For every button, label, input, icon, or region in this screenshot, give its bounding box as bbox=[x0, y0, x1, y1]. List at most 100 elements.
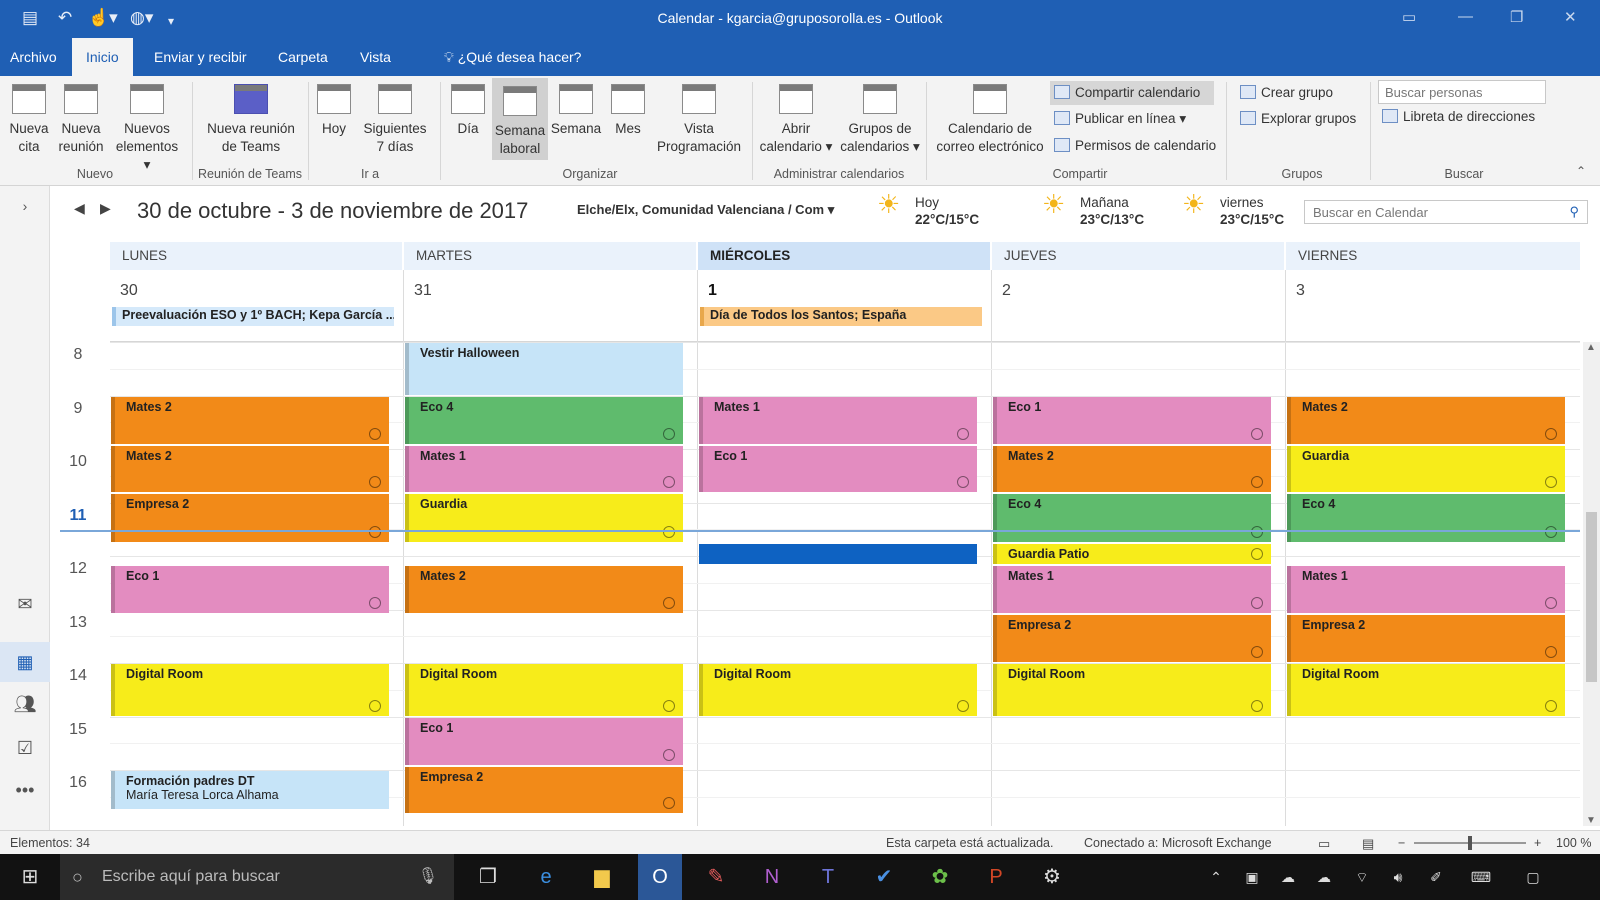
search-people-input[interactable]: Buscar personas bbox=[1378, 80, 1546, 104]
calendar-event[interactable]: Mates 1 bbox=[699, 396, 977, 444]
calendar-event[interactable]: Digital Room bbox=[1287, 664, 1565, 716]
calendar-event[interactable]: Digital Room bbox=[111, 664, 389, 716]
work-week-button[interactable]: Semana laboral bbox=[492, 78, 548, 160]
today-button[interactable]: Hoy bbox=[316, 76, 352, 138]
minimize-icon[interactable]: — bbox=[1458, 8, 1473, 25]
tab-inicio[interactable]: Inicio bbox=[72, 38, 133, 76]
calendar-event[interactable]: Eco 4 bbox=[993, 494, 1271, 542]
scroll-down-icon[interactable]: ▼ bbox=[1586, 815, 1596, 826]
todo-icon[interactable]: ✔ bbox=[864, 854, 904, 900]
next-week-icon[interactable]: ▶ bbox=[100, 200, 111, 217]
day-header-miercoles[interactable]: MIÉRCOLES bbox=[698, 242, 990, 270]
tab-carpeta[interactable]: Carpeta bbox=[268, 38, 338, 76]
notifications-icon[interactable]: ▢ bbox=[1518, 854, 1548, 900]
calendar-event[interactable]: Empresa 2 bbox=[111, 494, 389, 542]
tab-vista[interactable]: Vista bbox=[350, 38, 401, 76]
new-appointment-button[interactable]: Nueva cita bbox=[8, 76, 50, 156]
volume-icon[interactable]: 🔊︎ bbox=[1386, 854, 1410, 900]
calendar-event[interactable]: Eco 4 bbox=[1287, 494, 1565, 542]
calendar-event[interactable] bbox=[699, 543, 977, 565]
schedule-view-button[interactable]: Vista Programación bbox=[652, 76, 746, 156]
calendar-permissions-button[interactable]: Permisos de calendario bbox=[1054, 137, 1216, 155]
calendar-event[interactable]: Digital Room bbox=[699, 664, 977, 716]
calendar-event[interactable]: Empresa 2 bbox=[405, 766, 683, 814]
month-view-button[interactable]: Mes bbox=[608, 76, 648, 138]
location-selector[interactable]: Elche/Elx, Comunidad Valenciana / Com ▾ bbox=[577, 202, 834, 218]
day-header-lunes[interactable]: LUNES bbox=[110, 242, 402, 270]
new-items-button[interactable]: Nuevos elementos ▾ bbox=[112, 76, 182, 174]
more-icon[interactable]: ••• bbox=[0, 780, 50, 801]
calendar-event[interactable]: Mates 1 bbox=[405, 445, 683, 493]
week-view-button[interactable]: Semana bbox=[550, 76, 602, 138]
vertical-scrollbar[interactable]: ▲ ▼ bbox=[1583, 342, 1600, 826]
open-calendar-button[interactable]: Abrir calendario ▾ bbox=[758, 76, 834, 156]
calendar-event[interactable]: Mates 2 bbox=[111, 396, 389, 444]
teams-meeting-button[interactable]: Nueva reunión de Teams bbox=[202, 76, 300, 156]
outlook-icon[interactable]: O bbox=[638, 854, 682, 900]
file-explorer-icon[interactable]: ▆ bbox=[582, 854, 622, 900]
snipping-icon[interactable]: ✎ bbox=[696, 854, 736, 900]
wifi-icon[interactable]: ⌔ bbox=[1350, 854, 1374, 900]
tab-enviar-recibir[interactable]: Enviar y recibir bbox=[144, 38, 257, 76]
zoom-level[interactable]: 100 % bbox=[1556, 836, 1591, 850]
scrollbar-thumb[interactable] bbox=[1586, 512, 1597, 682]
collapse-ribbon-icon[interactable]: ⌃ bbox=[1576, 164, 1586, 178]
tell-me-box[interactable]: 💡︎ ¿Qué desea hacer? bbox=[440, 38, 591, 76]
normal-view-icon[interactable]: ▭ bbox=[1318, 836, 1330, 852]
new-meeting-button[interactable]: Nueva reunión bbox=[56, 76, 106, 156]
calendar-event[interactable]: Mates 2 bbox=[111, 445, 389, 493]
address-book-button[interactable]: Libreta de direcciones bbox=[1382, 108, 1535, 126]
all-day-event[interactable]: Día de Todos los Santos; España bbox=[700, 307, 982, 326]
tasks-icon[interactable]: ☑ bbox=[0, 738, 50, 759]
day-number[interactable]: 1 bbox=[708, 282, 717, 300]
onedrive-icon[interactable]: ☁ bbox=[1276, 854, 1300, 900]
tray-app-icon[interactable]: ▣ bbox=[1240, 854, 1264, 900]
calendar-event[interactable]: Empresa 2 bbox=[993, 614, 1271, 662]
email-calendar-button[interactable]: Calendario de correo electrónico bbox=[932, 76, 1048, 156]
calendar-event[interactable]: Guardia bbox=[1287, 445, 1565, 493]
calendar-event[interactable]: Eco 1 bbox=[405, 717, 683, 765]
weather-today[interactable]: ☀ Hoy 22°C/15°C bbox=[877, 191, 979, 228]
all-day-event[interactable]: Preevaluación ESO y 1º BACH; Kepa García… bbox=[112, 307, 394, 326]
calendar-event[interactable]: Mates 1 bbox=[993, 566, 1271, 613]
taskbar-search-input[interactable]: ○ Escribe aquí para buscar 🎙︎ bbox=[60, 854, 454, 900]
calendar-event[interactable]: Formación padres DT María Teresa Lorca Al… bbox=[111, 771, 389, 810]
calendar-event[interactable]: Digital Room bbox=[993, 664, 1271, 716]
browse-groups-button[interactable]: Explorar grupos bbox=[1240, 110, 1356, 128]
people-icon[interactable]: 👥︎ bbox=[0, 694, 50, 715]
tray-chevron-icon[interactable]: ⌃ bbox=[1204, 854, 1228, 900]
scroll-up-icon[interactable]: ▲ bbox=[1586, 342, 1596, 353]
microphone-icon[interactable]: 🎙︎ bbox=[418, 854, 438, 900]
calendar-event[interactable]: Guardia bbox=[405, 494, 683, 542]
day-header-jueves[interactable]: JUEVES bbox=[992, 242, 1284, 270]
calendar-event[interactable]: Eco 1 bbox=[699, 445, 977, 493]
calendar-grid[interactable]: Mates 2 Mates 2 Empresa 2 Eco 1 Digital Room… bbox=[110, 342, 1580, 826]
calendar-event[interactable]: Mates 2 bbox=[1287, 396, 1565, 444]
cloud-icon[interactable]: ☁ bbox=[1312, 854, 1336, 900]
app-icon[interactable]: ✿ bbox=[920, 854, 960, 900]
next-7-days-button[interactable]: Siguientes 7 días bbox=[360, 76, 430, 156]
reading-view-icon[interactable]: ▤ bbox=[1362, 836, 1374, 852]
windows-start-icon[interactable]: ⊞ bbox=[10, 854, 50, 900]
ribbon-display-icon[interactable]: ▭ bbox=[1402, 8, 1416, 26]
day-number[interactable]: 3 bbox=[1296, 282, 1305, 300]
calendar-event[interactable]: Eco 4 bbox=[405, 396, 683, 444]
calendar-event[interactable]: Mates 1 bbox=[1287, 566, 1565, 613]
task-view-icon[interactable]: ❐ bbox=[468, 854, 508, 900]
create-group-button[interactable]: Crear grupo bbox=[1240, 84, 1333, 102]
calendar-event[interactable]: Digital Room bbox=[405, 664, 683, 716]
previous-week-icon[interactable]: ◀ bbox=[74, 200, 85, 217]
calendar-event[interactable]: Eco 1 bbox=[111, 566, 389, 613]
weather-tomorrow[interactable]: ☀ Mañana 23°C/13°C bbox=[1042, 191, 1144, 228]
edge-icon[interactable]: e bbox=[526, 854, 566, 900]
zoom-in-icon[interactable]: + bbox=[1534, 836, 1541, 850]
keyboard-icon[interactable]: ⌨ bbox=[1466, 854, 1496, 900]
calendar-search-input[interactable]: Buscar en Calendar ⚲ bbox=[1304, 200, 1588, 224]
maximize-icon[interactable]: ❐ bbox=[1510, 8, 1523, 26]
calendar-event[interactable]: Guardia Patio bbox=[993, 543, 1271, 565]
powerpoint-icon[interactable]: P bbox=[976, 854, 1016, 900]
tab-archivo[interactable]: Archivo bbox=[0, 38, 67, 76]
close-icon[interactable]: ✕ bbox=[1564, 8, 1577, 26]
zoom-slider-thumb[interactable] bbox=[1468, 836, 1472, 850]
day-number[interactable]: 31 bbox=[414, 282, 432, 300]
